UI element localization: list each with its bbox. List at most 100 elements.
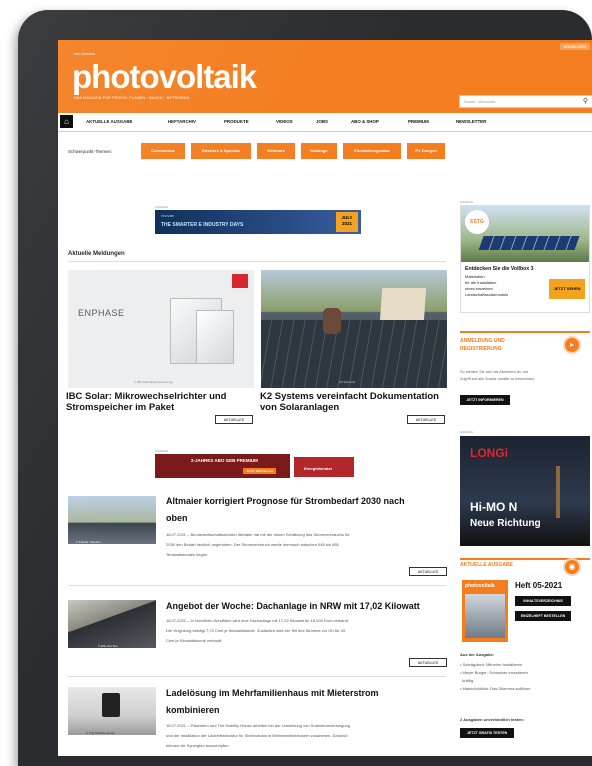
category-tag[interactable]: AKTUELLES [409,567,447,576]
ad-banner-abo[interactable]: 2-JAHRES ABO GEB PREMIUM JETZT BESTELLEN [155,454,290,478]
topics-label: Schwerpunkt-Themen: [68,149,113,154]
headline-line: IBC Solar: Mikrowechselrichter und [66,391,227,402]
article-image-enphase[interactable]: ENPHASE © IBC Solar/Enphase Energy [68,270,254,388]
longi-logo: LONGi [470,446,508,460]
tablet-frame: ANMELDEN von Gordon photovoltaik DAS MAG… [18,10,592,766]
ad-label: ANZEIGE [460,200,474,204]
article-teaser: 18.07.2021 – Bundeswirtschaftsminister A… [166,530,350,560]
topic-button-kataloge[interactable]: Kataloge [301,143,337,159]
ad-banner-smarter-e[interactable]: innovate THE SMARTER E INDUSTRY DAYS JUL… [155,210,361,234]
browser-screen: ANMELDEN von Gordon photovoltaik DAS MAG… [58,40,592,756]
article-image-k2[interactable]: K2 Systems [261,270,447,388]
nav-item-newsletter[interactable]: NEWSLETTER [456,119,486,124]
ad-slogan: Neue Richtung [470,518,541,529]
list-item[interactable]: • Marktrückblick: Das Dilemma auflösen [460,685,531,693]
topic-button-einstrahlungsatlas[interactable]: Einstrahlungsatlas [343,143,401,159]
nav-item-produkte[interactable]: PRODUKTE [224,119,249,124]
ad-headline: Entdecken Sie die Vollbox 3 [465,266,534,272]
search-placeholder: Suche / Webcode [464,99,496,104]
topic-button-dossiers[interactable]: Dossiers & Specials [191,143,251,159]
topic-button-coronavirus[interactable]: Coronavirus [141,143,185,159]
banner-button[interactable]: JETZT BESTELLEN [243,468,277,474]
nav-item-abo-shop[interactable]: ABO & SHOP [351,119,379,124]
register-info-button[interactable]: JETZT INFORMIEREN [460,395,510,405]
topic-button-webinare[interactable]: Webinare [257,143,295,159]
search-input[interactable]: Suche / Webcode ⚲ [459,95,592,108]
headline-line: oben [166,513,188,523]
headline-line: von Solaranlagen [260,402,340,413]
sidebar-ad-estg[interactable]: ESTG Entdecken Sie die Vollbox 3 Materia… [460,205,590,313]
ibc-logo-icon [232,274,248,288]
category-tag[interactable]: AKTUELLES [409,658,447,667]
image-caption: K2 Systems [339,380,356,384]
lighthouse-image [556,466,560,518]
article-headline[interactable]: Ladelösung im Mehrfamilienhaus mit Miete… [166,685,379,719]
publisher-label: von Gordon [74,51,95,56]
charger-image [102,693,120,717]
cover-title: photovoltaik [465,583,495,589]
category-tag[interactable]: AKTUELLES [407,415,445,424]
enphase-logo: ENPHASE [78,308,125,318]
teaser-line: Terawattstunden liegen. [166,552,209,557]
list-item[interactable]: • Meyer Burger: Schweizer investieren [460,669,531,677]
product-name: Hi-MO N [470,500,518,514]
sidebar-divider [460,331,590,333]
register-title-line: REGISTRIERUNG [460,346,502,352]
order-issue-button[interactable]: EINZELHEFT BESTELLEN [515,611,571,621]
trial-text: 2 Ausgaben unverbindlich testen: [460,717,525,722]
banner-date: JULY 2021 [336,212,358,232]
ad-banner-energieberater[interactable]: Energieberater [294,457,354,477]
topic-button-pv-dungen[interactable]: PV Dungen [407,143,445,159]
headline-line: Altmaier korrigiert Prognose für Strombe… [166,496,405,506]
estg-logo: ESTG [465,210,489,234]
sidebar-ad-longi[interactable]: LONGi Hi-MO N Neue Richtung [460,436,590,546]
article-headline[interactable]: K2 Systems vereinfacht Dokumentation von… [260,391,439,413]
nav-item-jobs[interactable]: JOBS [316,119,328,124]
nav-item-videos[interactable]: VIDEOS [276,119,293,124]
login-link[interactable]: ANMELDEN [559,43,590,50]
register-title[interactable]: ANMELDUNG UND REGISTRIERUNG [460,337,505,353]
article-headline[interactable]: Altmaier korrigiert Prognose für Strombe… [166,493,405,527]
site-tagline: DAS MAGAZIN FÜR PROFIS: PLANEN · BAUEN ·… [74,96,190,100]
list-item-label: Schrägdach: Mitnehm-Installieren [462,662,523,667]
ad-badge: JETZT SEHEN [549,279,585,299]
image-caption: © Effe Hot Sun [98,644,118,648]
teaser-line: 2030 den Bedarf deutlich angehoben. Der … [166,542,339,547]
cover-image [465,594,505,638]
house-image [379,288,427,322]
banner-title: THE SMARTER E INDUSTRY DAYS [161,222,244,228]
headline-line: kombinieren [166,705,220,715]
list-item[interactable]: kräftig [460,677,531,685]
headline-line: Ladelösung im Mehrfamilienhaus mit Miete… [166,688,379,698]
divider [68,676,446,677]
free-trial-button[interactable]: JETZT GRATIS TESTEN [460,728,514,738]
nav-item-premium[interactable]: PREMIUM [408,119,429,124]
issue-list: • Schrägdach: Mitnehm-Installieren • Mey… [460,661,531,693]
table-of-contents-button[interactable]: INHALTSVERZEICHNIS [515,596,571,606]
home-icon[interactable]: ⌂ [60,115,73,128]
issue-cover[interactable]: photovoltaik [462,580,508,642]
solar-field-image: ESTG [461,206,589,262]
category-tag[interactable]: AKTUELLES [215,415,253,424]
search-icon[interactable]: ⚲ [583,97,588,105]
register-text-line: Zugriff auf alle Zusatz-Inhalte zu bekom… [460,377,536,381]
article-thumbnail[interactable]: © The Mobility House [68,687,156,735]
list-item[interactable]: • Schrägdach: Mitnehm-Installieren [460,661,531,669]
list-item-label: Marktrückblick: Das Dilemma auflösen [462,686,531,691]
nav-item-aktuelle-ausgabe[interactable]: AKTUELLE AUSGABE [86,119,132,124]
image-caption: © IBC Solar/Enphase Energy [134,380,173,384]
divider [68,585,446,586]
teaser-line: Die Vergütung beträgt 7,72 Cent je Kilow… [166,628,346,633]
image-caption: © Fotolia / Stocker [76,540,101,544]
site-logo[interactable]: photovoltaik [72,58,257,96]
issue-title[interactable]: AKTUELLE AUSGABE [460,561,513,569]
article-thumbnail[interactable]: © Fotolia / Stocker [68,496,156,544]
nav-item-heftarchiv[interactable]: HEFTARCHIV [168,119,196,124]
banner-text: 2-JAHRES ABO GEB PREMIUM [191,458,258,463]
register-text: So melden Sie sich als Abonnent an, um Z… [460,369,588,383]
article-headline[interactable]: IBC Solar: Mikrowechselrichter und Strom… [66,391,226,413]
divider [68,261,446,262]
list-item-label: kräftig [462,678,474,683]
article-headline[interactable]: Angebot der Woche: Dachanlage in NRW mit… [166,598,420,615]
article-thumbnail[interactable]: © Effe Hot Sun [68,600,156,648]
